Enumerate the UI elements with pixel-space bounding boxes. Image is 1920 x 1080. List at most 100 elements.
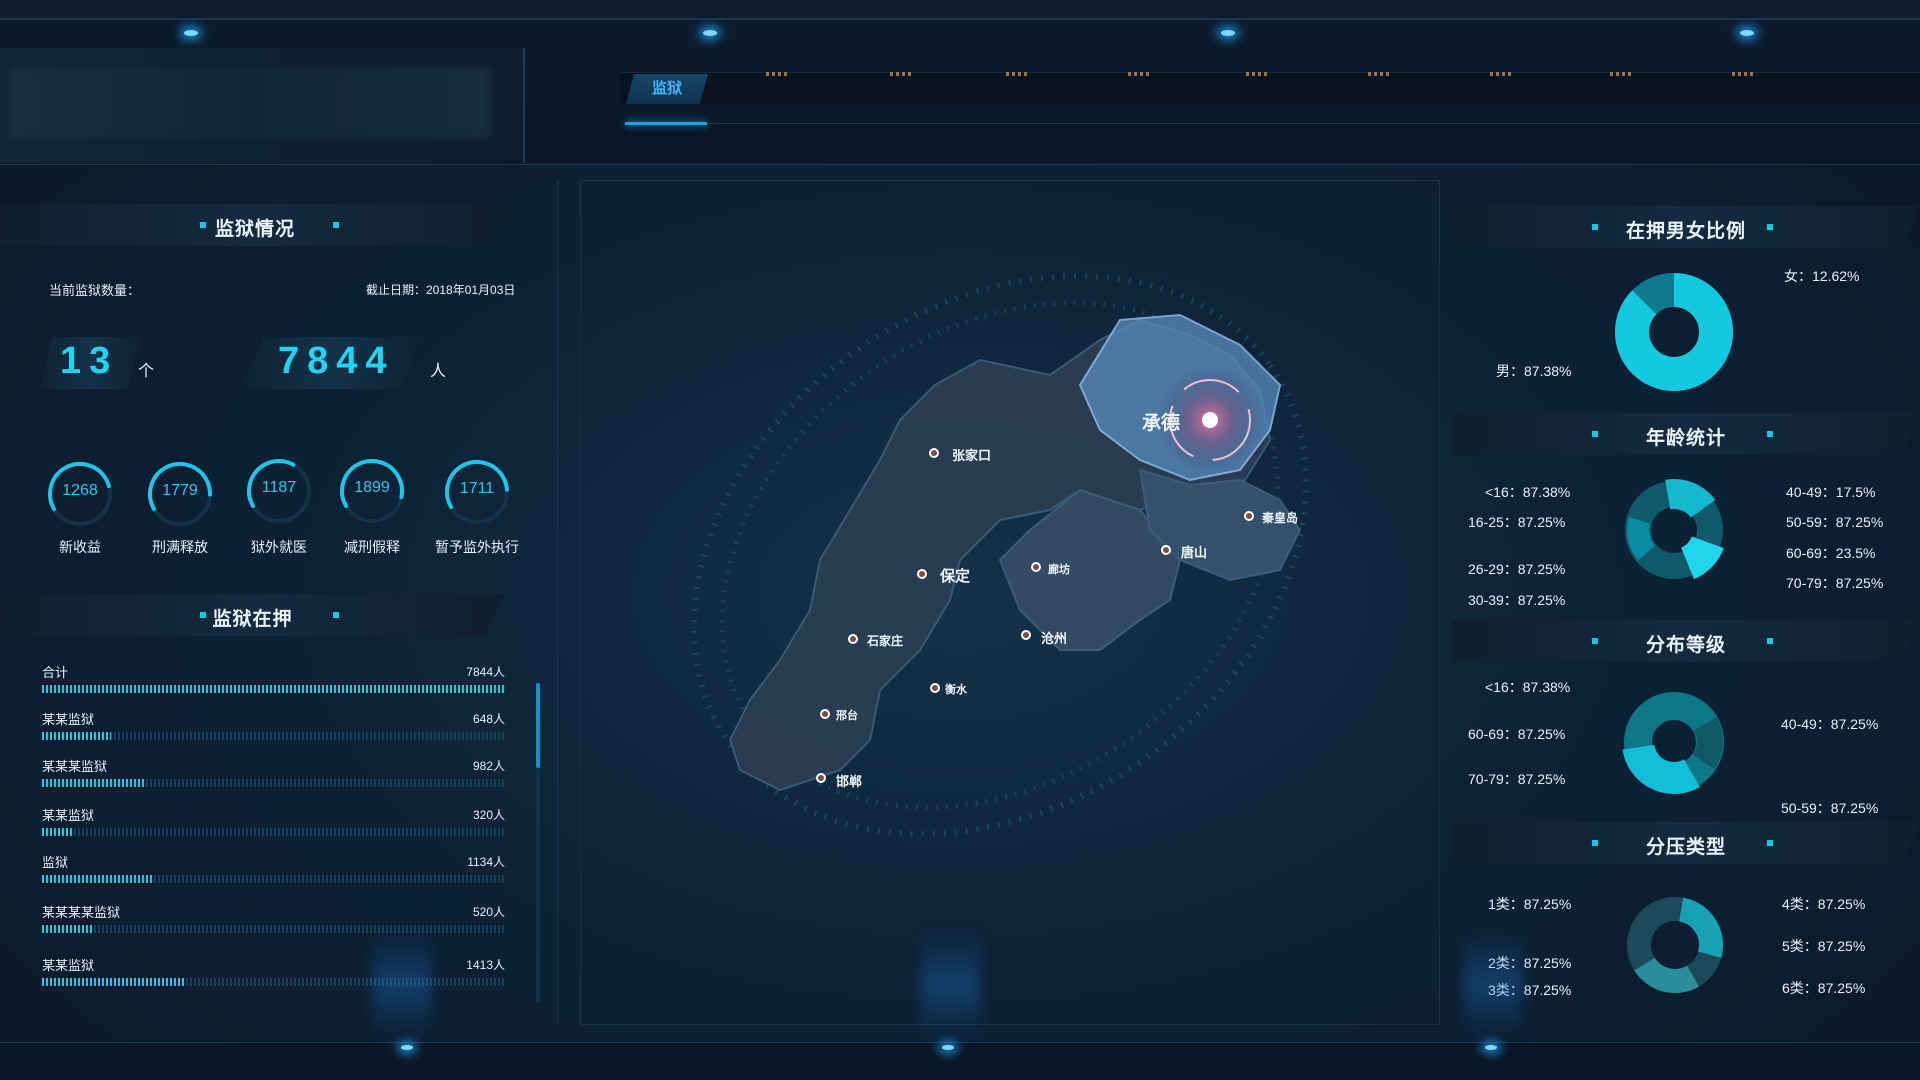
legend-age: 30-39：87.25% <box>1468 592 1566 608</box>
detention-bar-fill <box>42 732 112 740</box>
tab-decoration <box>1128 72 1150 76</box>
people-count-value: 7844 <box>278 340 395 382</box>
prison-count-value: 13 <box>60 340 119 382</box>
detention-bar <box>42 685 505 693</box>
title-marker <box>1767 431 1773 437</box>
detention-row-name: 某某监狱 <box>42 712 95 727</box>
city-label-shijiazhuang[interactable]: 石家庄 <box>867 632 903 649</box>
gauge-new-intake: 1268 <box>44 458 116 530</box>
legend-pressure: 4类：87.25% <box>1782 896 1866 912</box>
detention-bar <box>42 732 505 740</box>
detention-bar <box>42 978 505 986</box>
hebei-map[interactable] <box>580 180 1440 1025</box>
detention-row-value: 320人 <box>472 808 505 822</box>
light-beam <box>920 930 980 1040</box>
detention-row-name: 合计 <box>42 665 69 680</box>
detention-row-value: 1134人 <box>467 855 505 869</box>
detention-scrollbar[interactable] <box>536 683 540 1003</box>
city-label-hengshui[interactable]: 衡水 <box>945 681 967 697</box>
light-beam <box>372 930 432 1040</box>
top-light <box>1221 30 1235 36</box>
title-marker <box>1767 224 1773 230</box>
title-marker <box>333 612 339 618</box>
bottom-light <box>1485 1045 1497 1050</box>
section-title-detention: 监狱在押 <box>0 594 505 636</box>
detention-row-value: 648人 <box>472 712 505 726</box>
legend-level: 40-49：87.25% <box>1781 716 1879 732</box>
gauge-label: 暂予监外执行 <box>435 539 519 555</box>
tab-decoration <box>1246 72 1268 76</box>
legend-male: 男：87.38% <box>1496 363 1572 379</box>
city-marker[interactable] <box>848 634 858 644</box>
detention-row-name: 某某某监狱 <box>42 759 108 774</box>
legend-age: 50-59：87.25% <box>1786 514 1884 530</box>
level-donut <box>1622 690 1726 794</box>
city-label-tangshan[interactable]: 唐山 <box>1181 542 1207 561</box>
legend-female: 女：12.62% <box>1784 268 1860 284</box>
gauge-value: 1268 <box>62 482 98 499</box>
people-count-unit: 人 <box>430 363 447 380</box>
legend-pressure: 1类：87.25% <box>1488 896 1572 912</box>
logo-area <box>0 48 525 163</box>
city-marker[interactable] <box>929 448 939 458</box>
detention-bar-fill <box>42 978 186 986</box>
gauge-value: 1779 <box>162 482 198 499</box>
detention-bar-fill <box>42 925 93 933</box>
city-label-langfang[interactable]: 廊坊 <box>1048 561 1070 577</box>
city-marker[interactable] <box>917 569 927 579</box>
section-title-text: 监狱在押 <box>212 609 293 630</box>
city-marker[interactable] <box>1031 562 1041 572</box>
tab-decoration <box>1490 72 1512 76</box>
city-marker[interactable] <box>820 709 830 719</box>
section-title-text: 在押男女比例 <box>1625 221 1746 242</box>
section-title-text: 监狱情况 <box>214 219 295 240</box>
city-marker[interactable] <box>1021 630 1031 640</box>
legend-level: 70-79：87.25% <box>1468 771 1566 787</box>
city-label-zhangjiakou[interactable]: 张家口 <box>952 445 991 464</box>
detention-bar-fill <box>42 828 75 836</box>
legend-age: 26-29：87.25% <box>1468 561 1566 577</box>
detention-bar-fill <box>42 779 144 787</box>
top-light <box>703 30 717 36</box>
section-title-gender: 在押男女比例 <box>1452 206 1920 248</box>
gauge-outside-execution: 1711 <box>441 456 513 528</box>
tab-decoration <box>890 72 912 76</box>
legend-age: 70-79：87.25% <box>1786 575 1884 591</box>
detention-bar-fill <box>42 685 505 693</box>
city-label-qinhuangdao[interactable]: 秦皇岛 <box>1262 509 1298 526</box>
city-label-cangzhou[interactable]: 沧州 <box>1041 628 1067 647</box>
legend-pressure: 6类：87.25% <box>1782 980 1866 996</box>
tab-prison[interactable]: 监狱 <box>626 74 708 104</box>
cutoff-date: 截止日期：2018年01月03日 <box>366 283 516 297</box>
city-label-chengde[interactable]: 承德 <box>1142 408 1180 435</box>
legend-level: 60-69：87.25% <box>1468 726 1566 742</box>
detention-row-value: 7844人 <box>466 665 505 679</box>
detention-bar <box>42 779 505 787</box>
age-donut <box>1621 477 1727 583</box>
city-marker[interactable] <box>1161 545 1171 555</box>
city-marker[interactable] <box>930 683 940 693</box>
detention-row-name: 某某监狱 <box>42 808 95 823</box>
section-title-prison-status: 监狱情况 <box>0 204 510 246</box>
legend-level: <16：87.38% <box>1485 679 1571 695</box>
gender-donut <box>1615 273 1733 391</box>
legend-age: 40-49：17.5% <box>1786 484 1876 500</box>
donut-slice-male <box>1615 273 1733 391</box>
city-label-baoding[interactable]: 保定 <box>940 565 970 586</box>
detention-bar <box>42 828 505 836</box>
detention-row-value: 1413人 <box>466 958 505 972</box>
tab-decoration <box>1368 72 1390 76</box>
scrollbar-thumb[interactable] <box>536 683 540 768</box>
detention-row-name: 监狱 <box>42 855 69 870</box>
city-marker[interactable] <box>816 773 826 783</box>
city-marker[interactable] <box>1244 511 1254 521</box>
city-label-xingtai[interactable]: 邢台 <box>836 707 858 723</box>
top-light <box>184 30 198 36</box>
title-marker <box>333 222 339 228</box>
gauge-released: 1779 <box>144 458 216 530</box>
light-beam <box>1463 930 1523 1040</box>
detention-bar <box>42 925 505 933</box>
city-label-handan[interactable]: 邯郸 <box>836 771 862 790</box>
detention-bar <box>42 875 505 883</box>
gauge-value: 1899 <box>354 479 390 496</box>
